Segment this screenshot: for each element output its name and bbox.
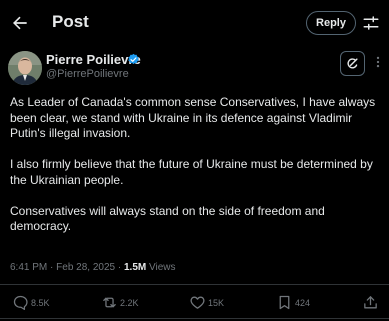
comment-icon [13, 295, 28, 311]
tweet-text: As Leader of Canada's common sense Conse… [10, 95, 384, 250]
meta-separator: · [50, 262, 54, 273]
bookmark-action[interactable]: 424 [276, 294, 310, 311]
share-icon [364, 296, 377, 309]
reply-action[interactable]: 8.5K [12, 294, 50, 311]
share-action[interactable] [362, 294, 379, 311]
sliders-icon[interactable] [362, 14, 380, 32]
back-arrow-icon[interactable] [10, 13, 30, 33]
tweet-date[interactable]: Feb 28, 2025 [56, 262, 115, 273]
tweet-meta: 6:41 PM · Feb 28, 2025 · 1.5M Views [10, 262, 176, 273]
heart-icon [190, 296, 205, 309]
tweet-paragraph: I also firmly believe that the future of… [10, 157, 373, 187]
tweet-time[interactable]: 6:41 PM [10, 262, 47, 273]
reply-count: 8.5K [31, 297, 50, 308]
top-bar: Post Reply [0, 0, 389, 46]
repost-action[interactable]: 2.2K [101, 294, 139, 311]
reply-button[interactable]: Reply [306, 11, 356, 35]
avatar[interactable] [8, 51, 42, 85]
verified-badge-icon [128, 53, 139, 65]
repost-icon [103, 297, 116, 308]
meta-separator: · [117, 262, 122, 273]
page-title: Post [52, 12, 89, 31]
tweet-paragraph: As Leader of Canada's common sense Conse… [10, 95, 376, 140]
like-action[interactable]: 15K [189, 294, 224, 311]
more-icon[interactable] [371, 55, 385, 69]
views-label: Views [149, 262, 176, 273]
divider [0, 318, 389, 319]
repost-count: 2.2K [120, 297, 139, 308]
divider [0, 284, 389, 285]
action-bar: 8.5K 2.2K 15K 424 [0, 290, 389, 316]
grok-button[interactable] [340, 51, 365, 76]
tweet-paragraph: Conservatives will always stand on the s… [10, 203, 325, 234]
like-count: 15K [208, 297, 225, 308]
bookmark-icon [279, 295, 290, 310]
grok-icon [347, 58, 358, 69]
author-handle[interactable]: @PierrePoilievre [46, 68, 129, 80]
bookmark-count: 424 [295, 297, 311, 308]
views-count: 1.5M [124, 262, 147, 273]
